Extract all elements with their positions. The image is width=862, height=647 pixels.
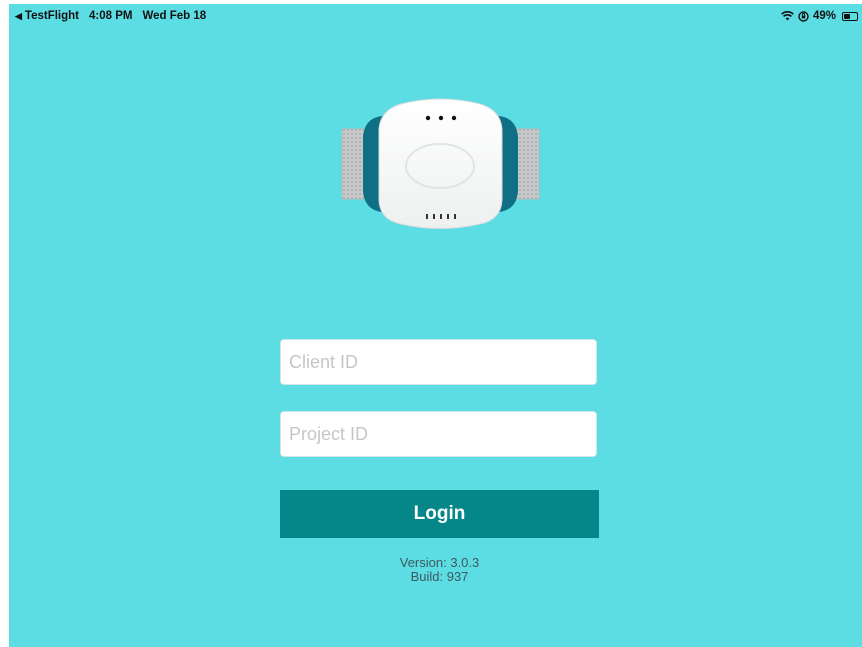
status-bar-left: ◀ TestFlight 4:08 PM Wed Feb 18 — [15, 10, 206, 22]
project-id-input[interactable] — [287, 422, 590, 446]
client-id-field[interactable] — [280, 339, 597, 385]
wifi-icon — [781, 11, 794, 21]
version-info: Version: 3.0.3 Build: 937 — [280, 556, 599, 584]
wearable-device-logo — [341, 98, 540, 229]
build-label: Build: 937 — [410, 569, 469, 584]
app-screen: ◀ TestFlight 4:08 PM Wed Feb 18 49% Clie… — [9, 4, 862, 647]
project-id-field[interactable] — [280, 411, 597, 457]
battery-percentage: 49% — [812, 10, 836, 22]
status-bar: ◀ TestFlight 4:08 PM Wed Feb 18 49% — [9, 4, 862, 26]
status-bar-right: 49% — [781, 10, 858, 22]
orientation-lock-icon — [798, 10, 809, 22]
status-time: 4:08 PM — [89, 10, 133, 22]
back-to-app-link[interactable]: ◀ TestFlight — [15, 10, 79, 22]
client-id-input[interactable] — [287, 350, 590, 374]
version-label: Version: 3.0.3 — [399, 555, 480, 570]
battery-icon — [842, 11, 858, 21]
status-date: Wed Feb 18 — [142, 10, 207, 22]
back-app-label: TestFlight — [24, 10, 80, 22]
back-triangle-icon: ◀ — [15, 10, 22, 21]
login-button[interactable]: Login — [280, 490, 599, 538]
